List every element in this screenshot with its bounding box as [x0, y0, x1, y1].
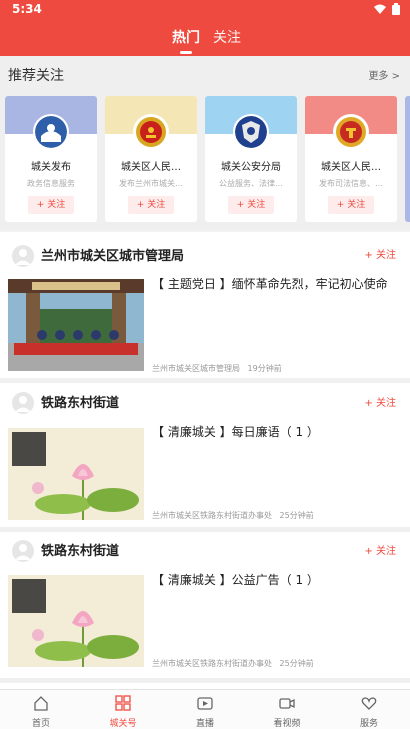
avatar — [12, 245, 34, 267]
card-name: 城关区人民… — [321, 162, 381, 173]
status-bar: 5:34 — [0, 0, 410, 20]
card-logo — [133, 114, 169, 150]
nav-item-home[interactable]: 首页 — [0, 690, 82, 729]
app-header: 5:34 热门 关注 — [0, 0, 410, 56]
nav-label: 城关号 — [109, 719, 137, 729]
follow-button[interactable]: + 关注 — [364, 394, 396, 409]
recommend-carousel[interactable]: 城关发布 政务信息服务 + 关注 城关区人民… 发布兰州市城关… + 关注 城关… — [0, 92, 410, 230]
follow-button[interactable]: + 关注 — [364, 246, 396, 261]
card-desc: 发布兰州市城关… — [119, 179, 183, 188]
feed-thumbnail[interactable] — [8, 279, 144, 371]
nav-item-video[interactable]: 看视频 — [246, 690, 328, 729]
video-camera-icon — [279, 698, 295, 709]
card-desc: 公益服务、法律… — [219, 179, 283, 188]
grid-icon — [115, 695, 131, 711]
feed-source: 兰州市城关区城市管理局 — [152, 364, 240, 373]
nav-label: 首页 — [31, 719, 50, 729]
recommend-card[interactable]: 城关区人民… 发布司法信息、… + 关注 — [305, 96, 397, 222]
feed-thumbnail[interactable] — [8, 575, 144, 667]
nav-item-chengguanhao[interactable]: 城关号 — [82, 690, 164, 729]
top-tabs: 热门 关注 — [0, 27, 410, 56]
tab-indicator — [180, 51, 192, 54]
status-icons — [374, 3, 400, 15]
recommend-title: 推荐关注 — [8, 68, 64, 84]
feed-time: 19分钟前 — [247, 364, 282, 373]
nav-label: 直播 — [195, 719, 214, 729]
avatar — [12, 540, 34, 562]
feed-meta: 兰州市城关区铁路东村街道办事处 25分钟前 — [152, 658, 314, 669]
nav-label: 看视频 — [273, 719, 301, 729]
follow-button[interactable]: + 关注 — [228, 196, 274, 214]
feed-author[interactable]: 铁路东村街道 — [41, 540, 119, 559]
tab-follow[interactable]: 关注 — [213, 27, 241, 47]
card-logo — [333, 114, 369, 150]
avatar — [12, 392, 34, 414]
wifi-icon — [374, 4, 386, 14]
feed-item[interactable]: 兰州市城关区城市管理局 + 关注 【 主题党日 】缅怀革命先烈，牢记初心使命 兰… — [0, 232, 410, 378]
feed-thumbnail[interactable] — [8, 428, 144, 520]
recommend-card-peek[interactable] — [405, 96, 410, 222]
feed-title[interactable]: 【 清廉城关 】每日廉语（ 1 ） — [152, 423, 402, 441]
tv-icon — [197, 697, 213, 710]
recommend-card[interactable]: 城关区人民… 发布兰州市城关… + 关注 — [105, 96, 197, 222]
card-logo — [233, 114, 269, 150]
follow-button[interactable]: + 关注 — [28, 196, 74, 214]
recommend-header: 推荐关注 更多 > — [0, 56, 410, 92]
follow-button[interactable]: + 关注 — [128, 196, 174, 214]
card-name: 城关区人民… — [121, 162, 181, 173]
feed-meta: 兰州市城关区城市管理局 19分钟前 — [152, 363, 282, 374]
recommend-card[interactable]: 城关公安分局 公益服务、法律… + 关注 — [205, 96, 297, 222]
card-logo — [33, 114, 69, 150]
feed-time: 25分钟前 — [279, 659, 314, 668]
feed-meta: 兰州市城关区铁路东村街道办事处 25分钟前 — [152, 510, 314, 521]
card-name: 城关公安分局 — [221, 162, 281, 173]
feed-source: 兰州市城关区铁路东村街道办事处 — [152, 511, 272, 520]
nav-item-live[interactable]: 直播 — [164, 690, 246, 729]
card-desc: 发布司法信息、… — [319, 179, 383, 188]
feed-title[interactable]: 【 清廉城关 】公益广告（ 1 ） — [152, 571, 402, 589]
tab-hot[interactable]: 热门 — [172, 27, 200, 47]
nav-label: 服务 — [359, 719, 378, 729]
recommend-card[interactable]: 城关发布 政务信息服务 + 关注 — [5, 96, 97, 222]
home-icon — [34, 696, 48, 711]
recommend-more-link[interactable]: 更多 > — [368, 67, 400, 82]
status-time: 5:34 — [12, 2, 42, 16]
feed-item[interactable]: 铁路东村街道 + 关注 【 清廉城关 】每日廉语（ 1 ） 兰州市城关区铁路东村… — [0, 383, 410, 527]
feed-source: 兰州市城关区铁路东村街道办事处 — [152, 659, 272, 668]
heart-icon — [361, 697, 377, 710]
bottom-nav: 首页 城关号 直播 看视频 服务 — [0, 689, 410, 729]
card-desc: 政务信息服务 — [27, 179, 75, 188]
feed-author[interactable]: 铁路东村街道 — [41, 392, 119, 411]
follow-button[interactable]: + 关注 — [328, 196, 374, 214]
feed-item[interactable]: 铁路东村街道 + 关注 【 清廉城关 】公益广告（ 1 ） 兰州市城关区铁路东村… — [0, 532, 410, 678]
nav-item-service[interactable]: 服务 — [328, 690, 410, 729]
card-name: 城关发布 — [31, 162, 71, 173]
feed-author[interactable]: 兰州市城关区城市管理局 — [41, 245, 184, 264]
follow-button[interactable]: + 关注 — [364, 542, 396, 557]
feed-title[interactable]: 【 主题党日 】缅怀革命先烈，牢记初心使命 — [152, 275, 402, 293]
feed-time: 25分钟前 — [279, 511, 314, 520]
battery-icon — [392, 3, 400, 15]
